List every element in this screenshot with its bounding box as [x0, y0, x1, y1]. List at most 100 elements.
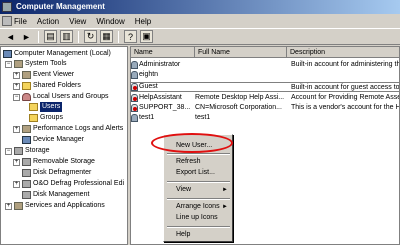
disk-icon: [22, 191, 31, 199]
back-icon[interactable]: ◄: [4, 30, 17, 43]
tree-node-event-viewer[interactable]: + Event Viewer: [13, 70, 74, 80]
user-full-name: Remote Desktop Help Assi...: [195, 94, 285, 101]
highlight-circle: [151, 133, 233, 153]
user-full-name: CN=Microsoft Corporation...: [195, 104, 282, 111]
tree-node-root[interactable]: Computer Management (Local): [3, 49, 111, 59]
tree-node-disk-defragmenter[interactable]: Disk Defragmenter: [22, 168, 91, 178]
user-name: Guest: [139, 83, 158, 90]
tree-node-device-manager[interactable]: Device Manager: [22, 135, 84, 145]
toolbar-separator: [38, 30, 39, 43]
tree-label: Services and Applications: [25, 202, 105, 209]
table-row[interactable]: Administrator Built-in account for admin…: [131, 60, 400, 70]
computer-management-window: Computer Management File Action View Win…: [0, 0, 400, 245]
table-row[interactable]: eightn: [131, 70, 399, 80]
collapse-icon[interactable]: −: [13, 93, 20, 101]
tree-node-groups[interactable]: Groups: [29, 113, 63, 123]
folder-icon: [29, 114, 38, 122]
collapse-icon[interactable]: −: [5, 60, 12, 68]
user-description: This is a vendor's account for the H: [291, 104, 400, 111]
tree-label: Storage: [25, 147, 50, 154]
tree-label: Groups: [40, 114, 63, 121]
up-folder-icon[interactable]: ▤: [44, 30, 57, 43]
menu-item-refresh[interactable]: Refresh: [176, 157, 201, 167]
tree-label: Event Viewer: [33, 71, 75, 78]
tree-node-shared-folders[interactable]: + Shared Folders: [13, 81, 81, 91]
expand-icon[interactable]: +: [13, 125, 20, 133]
user-icon: [131, 61, 138, 69]
tree-node-users[interactable]: Users: [29, 102, 63, 112]
folder-icon: [29, 103, 38, 111]
tree-node-storage[interactable]: − Storage: [5, 146, 50, 156]
tree-label: Disk Defragmenter: [33, 169, 92, 176]
expand-icon[interactable]: +: [13, 71, 20, 79]
computer-icon: [3, 50, 12, 58]
user-full-name: [195, 60, 287, 70]
collapse-icon[interactable]: −: [5, 147, 12, 155]
tree-node-disk-management[interactable]: Disk Management: [22, 190, 89, 200]
user-description: Built-in account for guest access to: [291, 84, 400, 91]
properties-icon[interactable]: ▣: [140, 30, 153, 43]
user-name: test1: [139, 114, 155, 121]
toolbar-separator: [78, 30, 79, 43]
app-icon: [2, 2, 12, 12]
expand-icon[interactable]: +: [13, 158, 20, 166]
tree-label: Performance Logs and Alerts: [33, 125, 124, 132]
menu-bar: File Action View Window Help: [0, 14, 400, 28]
expand-icon[interactable]: +: [13, 82, 20, 90]
user-name: SUPPORT_38...: [139, 104, 191, 111]
tree-label: Disk Management: [33, 191, 90, 198]
submenu-arrow-icon: ►: [222, 204, 228, 210]
table-row[interactable]: Guest Built-in account for guest access …: [131, 82, 400, 92]
device-manager-icon: [22, 136, 31, 144]
table-row[interactable]: SUPPORT_38... CN=Microsoft Corporation..…: [131, 103, 400, 113]
tree-node-removable-storage[interactable]: + Removable Storage: [13, 157, 95, 167]
console-tree: Computer Management (Local) − System Too…: [0, 46, 128, 245]
menu-action[interactable]: Action: [37, 17, 59, 26]
refresh-icon[interactable]: ↻: [84, 30, 97, 43]
menu-item-help[interactable]: Help: [176, 230, 190, 240]
tree-node-performance[interactable]: + Performance Logs and Alerts: [13, 124, 123, 134]
system-menu-icon[interactable]: [2, 16, 12, 26]
tree-label: Computer Management (Local): [14, 50, 111, 57]
menu-item-export-list[interactable]: Export List...: [176, 168, 215, 178]
column-header-description[interactable]: Description: [287, 47, 399, 58]
menu-view[interactable]: View: [69, 17, 86, 26]
storage-icon: [14, 147, 23, 155]
table-row[interactable]: test1 test1: [131, 113, 399, 123]
menu-separator: [167, 226, 230, 228]
user-full-name: test1: [195, 114, 211, 121]
menu-item-line-up-icons[interactable]: Line up Icons: [176, 213, 218, 223]
menu-item-arrange-icons[interactable]: Arrange Icons: [176, 202, 220, 212]
forward-icon[interactable]: ►: [20, 30, 33, 43]
user-name: Administrator: [139, 61, 181, 68]
expand-icon[interactable]: +: [5, 202, 12, 210]
tree-node-oo-defrag[interactable]: + O&O Defrag Professional Edi: [13, 179, 124, 189]
submenu-arrow-icon: ►: [222, 187, 228, 193]
user-name: HelpAssistant: [139, 94, 182, 101]
export-icon[interactable]: ▦: [100, 30, 113, 43]
column-header-full-name[interactable]: Full Name: [195, 47, 287, 58]
menu-window[interactable]: Window: [96, 17, 124, 26]
column-header-name[interactable]: Name: [131, 47, 195, 58]
help-icon[interactable]: ?: [124, 30, 137, 43]
user-icon: [131, 71, 138, 79]
toolbar-separator: [118, 30, 119, 43]
user-description: Built-in account for administering th: [291, 61, 400, 68]
tree-node-local-users[interactable]: − Local Users and Groups: [13, 92, 108, 102]
expand-icon[interactable]: +: [13, 180, 20, 188]
tree-node-services[interactable]: + Services and Applications: [5, 201, 105, 211]
menu-help[interactable]: Help: [135, 17, 151, 26]
menu-file[interactable]: File: [14, 17, 27, 26]
disabled-user-icon: [131, 104, 138, 112]
tree-node-system-tools[interactable]: − System Tools: [5, 59, 67, 69]
tree-label: System Tools: [25, 60, 67, 67]
folder-icon: [22, 82, 31, 90]
table-row[interactable]: HelpAssistant Remote Desktop Help Assi..…: [131, 93, 400, 103]
tree-label-selected: Users: [40, 102, 63, 112]
menu-item-label: View: [176, 186, 192, 193]
user-description: [287, 70, 399, 80]
defrag-icon: [22, 180, 31, 188]
show-tree-icon[interactable]: ▥: [60, 30, 73, 43]
user-description: Account for Providing Remote Asse: [291, 94, 400, 101]
removable-storage-icon: [22, 158, 31, 166]
